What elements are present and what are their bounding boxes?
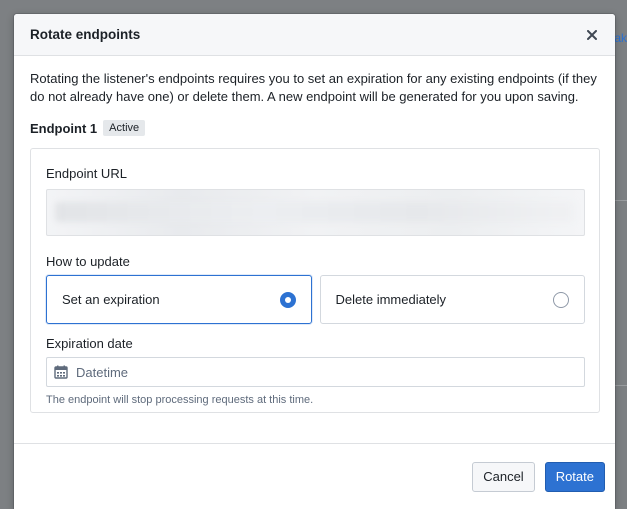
dialog-footer: Cancel Rotate bbox=[14, 443, 615, 509]
calendar-icon bbox=[54, 365, 68, 379]
backdrop-divider bbox=[613, 385, 627, 386]
rotate-endpoints-dialog: Rotate endpoints Rotating the listener's… bbox=[14, 14, 615, 509]
endpoint-card: Endpoint URL How to update Set an expira… bbox=[30, 148, 600, 413]
option-set-expiration[interactable]: Set an expiration bbox=[46, 275, 312, 324]
dialog-title: Rotate endpoints bbox=[30, 27, 141, 42]
option-label: Set an expiration bbox=[62, 292, 160, 307]
endpoint-title: Endpoint 1 bbox=[30, 120, 98, 136]
close-button[interactable] bbox=[583, 26, 601, 44]
endpoint-heading: Endpoint 1 Active bbox=[30, 119, 600, 137]
expiration-helper-text: The endpoint will stop processing reques… bbox=[46, 394, 314, 406]
endpoint-url-value-redacted bbox=[55, 202, 575, 222]
status-badge: Active bbox=[103, 120, 146, 136]
option-label: Delete immediately bbox=[335, 292, 447, 307]
expiration-date-input[interactable]: Datetime bbox=[46, 357, 585, 387]
intro-text: Rotating the listener's endpoints requir… bbox=[30, 71, 597, 104]
endpoint-url-label: Endpoint URL bbox=[46, 166, 127, 181]
dialog-body: Rotating the listener's endpoints requir… bbox=[14, 56, 615, 413]
radio-unchecked-icon[interactable] bbox=[553, 291, 569, 308]
backdrop-divider bbox=[613, 200, 627, 201]
date-placeholder: Datetime bbox=[76, 364, 129, 380]
expiration-date-label: Expiration date bbox=[46, 336, 133, 351]
endpoint-url-field[interactable] bbox=[46, 189, 585, 236]
cancel-button[interactable]: Cancel bbox=[472, 461, 535, 492]
close-icon bbox=[587, 29, 597, 40]
option-delete-immediately[interactable]: Delete immediately bbox=[319, 275, 585, 324]
rotate-button[interactable]: Rotate bbox=[544, 461, 605, 492]
backdrop-link: ak bbox=[614, 31, 627, 45]
update-options: Set an expiration Delete immediately bbox=[46, 275, 585, 324]
radio-checked-icon[interactable] bbox=[279, 291, 296, 308]
how-to-update-label: How to update bbox=[46, 254, 130, 269]
dialog-header: Rotate endpoints bbox=[14, 14, 615, 56]
